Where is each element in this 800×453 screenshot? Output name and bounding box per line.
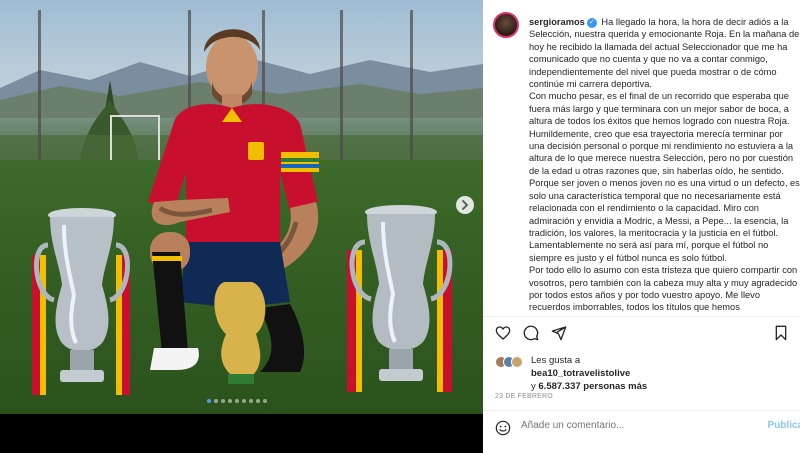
share-icon[interactable]	[551, 325, 567, 341]
post-photo	[0, 0, 483, 414]
carousel-dot[interactable]	[249, 399, 253, 403]
post-panel: sergioramos ✓ Ha llegado la hora, la hora…	[483, 0, 800, 453]
carousel-dot[interactable]	[235, 399, 239, 403]
username-link[interactable]: sergioramos	[529, 17, 585, 27]
left-trophy	[32, 208, 130, 395]
instagram-post-modal: sergioramos ✓ Ha llegado la hora, la hora…	[0, 0, 800, 453]
carousel-dot[interactable]	[228, 399, 232, 403]
player-figure	[148, 29, 319, 384]
verified-badge-icon: ✓	[586, 17, 597, 28]
comment-row: Publicar	[495, 417, 800, 439]
fence-post	[340, 10, 343, 170]
carousel-dot[interactable]	[263, 399, 267, 403]
likers-avatars	[495, 356, 525, 370]
emoji-icon[interactable]	[495, 420, 511, 436]
carousel-dot[interactable]	[221, 399, 225, 403]
heart-icon[interactable]	[495, 325, 511, 341]
photo-bottom-bar	[0, 414, 483, 453]
caption-paragraph: Por todo ello lo asumo con esta tristeza…	[529, 265, 798, 313]
carousel-dot[interactable]	[256, 399, 260, 403]
carousel-dot[interactable]	[214, 399, 218, 403]
fence-post	[38, 10, 41, 170]
carousel-next-button[interactable]	[456, 196, 474, 214]
avatar	[511, 356, 523, 368]
likes-count-link[interactable]: 6.587.337 personas más	[538, 381, 647, 392]
right-trophy	[347, 205, 453, 392]
likes-count: 6.587.337	[538, 381, 581, 392]
likes-text: Les gusta a bea10_totravelistolive y 6.5…	[531, 354, 791, 393]
likes-suffix: personas más	[583, 381, 648, 392]
caption-paragraph: Con mucho pesar, es el final de un recor…	[529, 91, 800, 263]
carousel-dot[interactable]	[242, 399, 246, 403]
carousel-dot[interactable]	[207, 399, 211, 403]
publish-button[interactable]: Publicar	[768, 420, 800, 431]
chevron-right-icon	[462, 200, 469, 210]
divider	[483, 410, 800, 411]
comment-icon[interactable]	[523, 325, 539, 341]
likes-prefix: Les gusta a	[531, 355, 581, 366]
post-caption: sergioramos ✓ Ha llegado la hora, la hora…	[529, 16, 800, 316]
fence-post	[410, 10, 413, 170]
likes-connector: y	[531, 381, 536, 392]
post-date: 23 DE FEBRERO	[495, 393, 553, 400]
post-actions	[495, 325, 567, 341]
bookmark-icon[interactable]	[774, 325, 788, 341]
comment-input[interactable]	[521, 420, 721, 431]
divider	[483, 316, 800, 317]
avatar[interactable]	[493, 12, 519, 38]
caption-paragraph: Ha llegado la hora, la hora de decir adi…	[529, 17, 800, 90]
liker-username-link[interactable]: bea10_totravelistolive	[531, 368, 630, 379]
carousel-dots	[207, 399, 267, 403]
